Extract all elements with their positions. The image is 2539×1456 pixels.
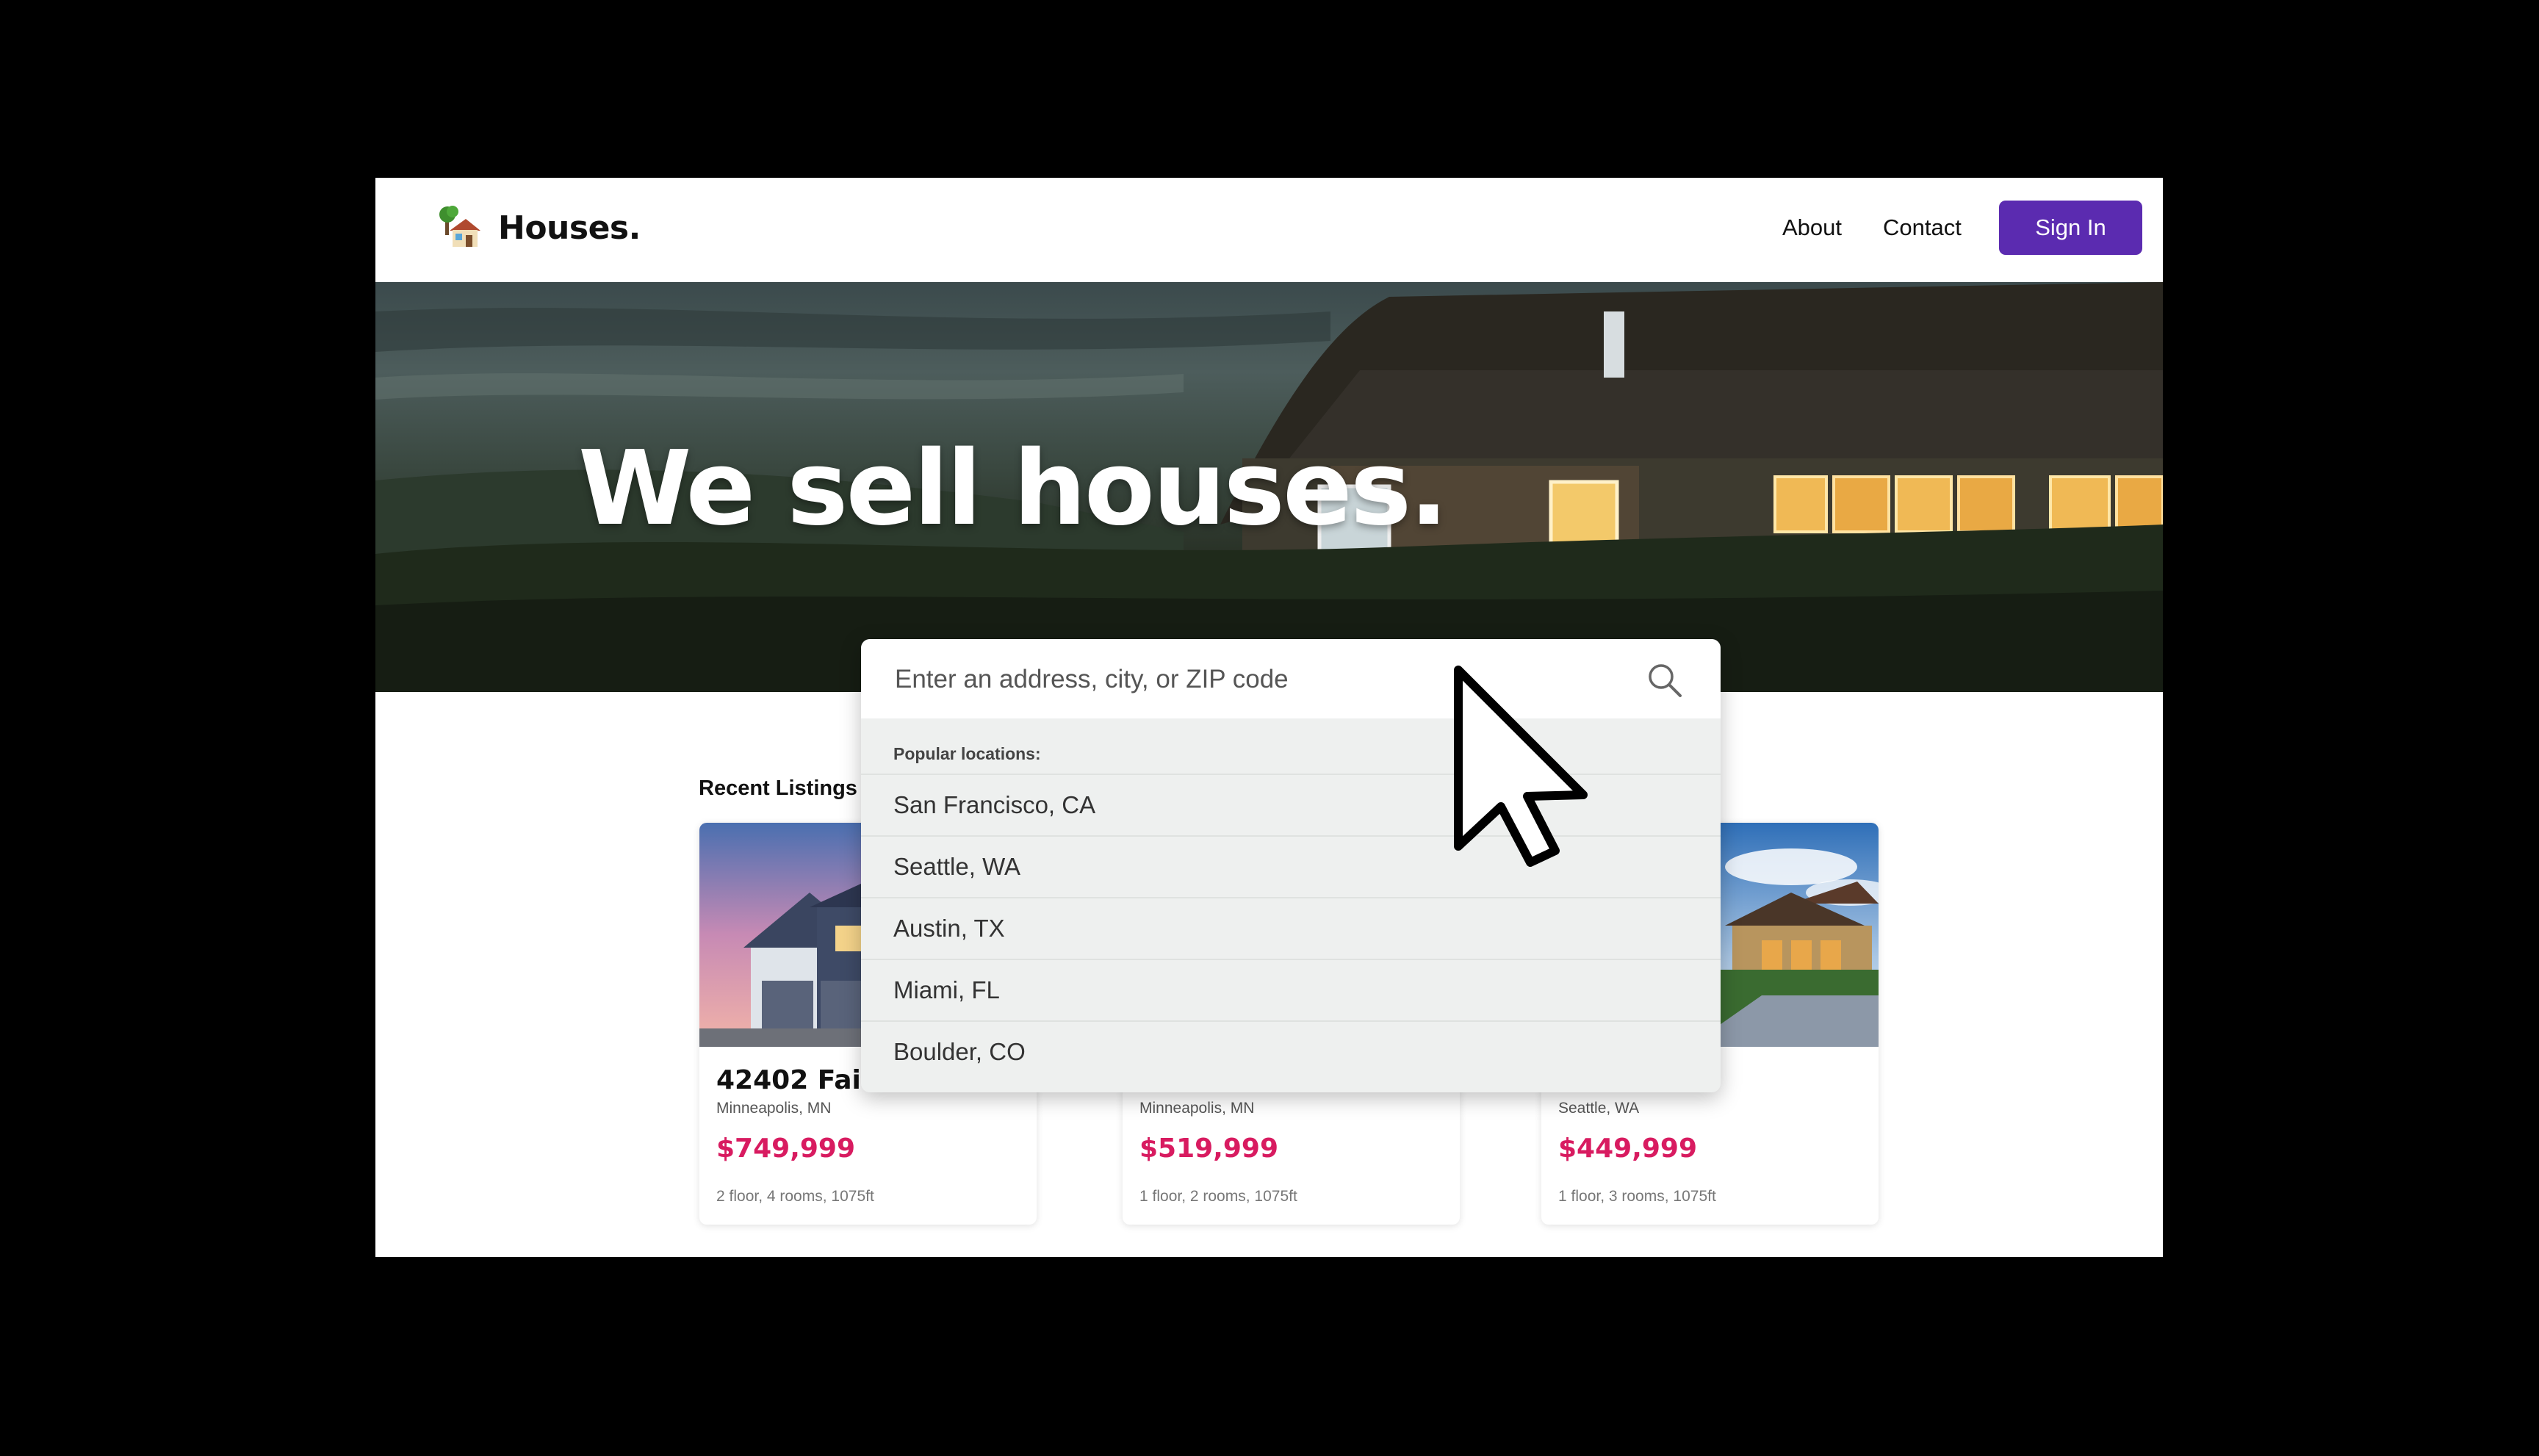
location-option-austin[interactable]: Austin, TX bbox=[861, 897, 1721, 959]
brand-logo[interactable]: Houses. bbox=[438, 206, 641, 250]
hero-banner: We sell houses. bbox=[375, 282, 2163, 692]
sign-in-button[interactable]: Sign In bbox=[1999, 201, 2142, 255]
listing-city: Minneapolis, MN bbox=[716, 1100, 832, 1117]
listing-city: Minneapolis, MN bbox=[1139, 1100, 1255, 1117]
nav-about-link[interactable]: About bbox=[1782, 215, 1842, 241]
listing-details: 1 floor, 2 rooms, 1075ft bbox=[1139, 1188, 1297, 1205]
listing-price: $749,999 bbox=[716, 1134, 856, 1164]
location-option-boulder[interactable]: Boulder, CO bbox=[861, 1020, 1721, 1082]
listing-details: 2 floor, 4 rooms, 1075ft bbox=[716, 1188, 874, 1205]
search-icon[interactable] bbox=[1646, 661, 1684, 699]
listing-price: $519,999 bbox=[1139, 1134, 1279, 1164]
hero-title: We sell houses. bbox=[578, 429, 1448, 549]
popular-locations-label: Popular locations: bbox=[893, 744, 1041, 763]
brand-name: Houses. bbox=[498, 209, 641, 247]
nav-contact-link[interactable]: Contact bbox=[1883, 215, 1962, 241]
house-with-tree-icon bbox=[438, 206, 482, 250]
mouse-pointer-icon bbox=[1451, 663, 1598, 868]
listing-details: 1 floor, 3 rooms, 1075ft bbox=[1558, 1188, 1716, 1205]
recent-listings-title: Recent Listings bbox=[699, 776, 857, 800]
location-option-miami[interactable]: Miami, FL bbox=[861, 959, 1721, 1020]
listing-address: 42402 Fairf bbox=[716, 1065, 886, 1095]
browser-page: Houses. About Contact Sign In We sell ho… bbox=[375, 178, 2163, 1257]
listing-city: Seattle, WA bbox=[1558, 1100, 1640, 1117]
site-header: Houses. About Contact Sign In bbox=[375, 178, 2163, 282]
listing-price: $449,999 bbox=[1558, 1134, 1698, 1164]
